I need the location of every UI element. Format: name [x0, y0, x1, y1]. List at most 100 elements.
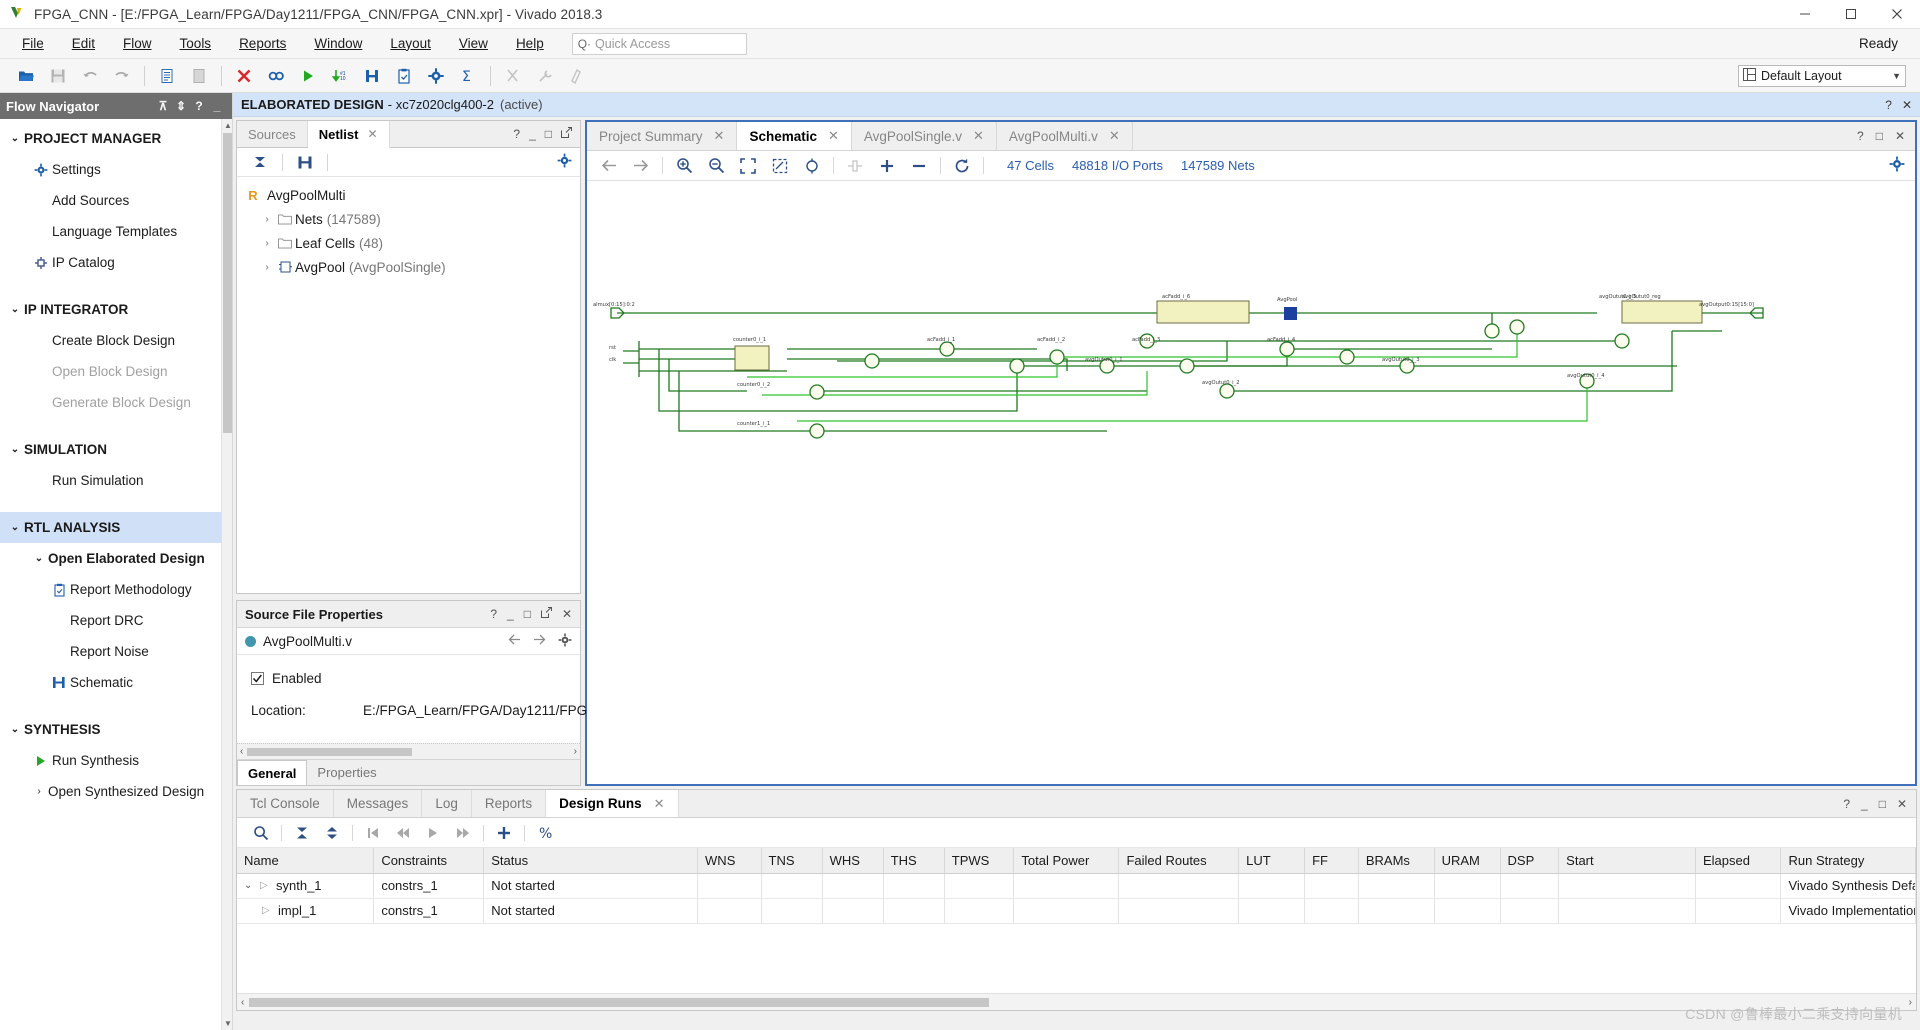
schematic-settings-button[interactable]: [1889, 156, 1915, 175]
search-icon[interactable]: [246, 820, 276, 846]
menu-view[interactable]: View: [445, 29, 502, 59]
enabled-checkbox[interactable]: [251, 671, 264, 685]
close-icon[interactable]: ✕: [367, 127, 377, 141]
sidebar-item-report-noise[interactable]: Report Noise: [0, 636, 221, 667]
sidebar-item-open-elaborated-design[interactable]: ⌄ Open Elaborated Design: [0, 543, 221, 574]
sidebar-item-run-simulation[interactable]: Run Simulation: [0, 465, 221, 496]
tree-row-avgpool[interactable]: › AvgPool (AvgPoolSingle): [245, 255, 580, 279]
col-constraints[interactable]: Constraints: [373, 848, 485, 874]
close-icon[interactable]: ✕: [973, 128, 984, 144]
sfp-file-row[interactable]: AvgPoolMulti.v: [237, 628, 580, 655]
col-failed-routes[interactable]: Failed Routes: [1118, 848, 1240, 874]
stat-cells[interactable]: 47 Cells: [1007, 158, 1054, 173]
col-ths[interactable]: THS: [883, 848, 945, 874]
zoom-in-icon[interactable]: [668, 153, 700, 179]
open-folder-icon[interactable]: [10, 61, 42, 91]
back-icon[interactable]: [508, 634, 521, 648]
menu-help[interactable]: Help: [502, 29, 558, 59]
sidebar-item-open-synthesized-design[interactable]: › Open Synthesized Design: [0, 776, 221, 807]
sidebar-section-simulation[interactable]: ⌄ SIMULATION: [0, 434, 221, 465]
sidebar-item-settings[interactable]: Settings: [0, 154, 221, 185]
forward-icon[interactable]: [533, 634, 546, 648]
tab-netlist[interactable]: Netlist ✕: [307, 121, 390, 148]
float-icon[interactable]: [540, 606, 552, 621]
menu-layout[interactable]: Layout: [376, 29, 445, 59]
schematic-icon[interactable]: [356, 61, 388, 91]
run-icon[interactable]: [292, 61, 324, 91]
maximize-icon[interactable]: □: [1879, 797, 1886, 811]
table-row[interactable]: ⌄ ▷ synth_1 constrs_1 Not started Vivado…: [237, 873, 1916, 899]
help-icon[interactable]: ?: [1857, 129, 1864, 143]
remove-cell-icon[interactable]: [903, 153, 935, 179]
sidebar-section-rtl-analysis[interactable]: ⌄ RTL ANALYSIS: [0, 512, 221, 543]
regenerate-icon[interactable]: [946, 153, 978, 179]
maximize-icon[interactable]: □: [545, 127, 552, 141]
scroll-up-icon[interactable]: ▲: [224, 121, 232, 130]
sidebar-item-language-templates[interactable]: Language Templates: [0, 216, 221, 247]
close-icon[interactable]: ✕: [828, 128, 839, 144]
menu-edit[interactable]: Edit: [58, 29, 109, 59]
sidebar-section-synthesis[interactable]: ⌄ SYNTHESIS: [0, 714, 221, 745]
float-icon[interactable]: [561, 126, 572, 141]
tab-design-runs[interactable]: Design Runs ✕: [546, 790, 679, 817]
sidebar-item-report-methodology[interactable]: Report Methodology: [0, 574, 221, 605]
col-lut[interactable]: LUT: [1238, 848, 1306, 874]
scrollbar-thumb[interactable]: [249, 997, 990, 1007]
col-brams[interactable]: BRAMs: [1358, 848, 1435, 874]
close-icon[interactable]: ✕: [1902, 98, 1912, 112]
design-runs-horizontal-scrollbar[interactable]: ‹ ›: [237, 993, 1916, 1010]
tree-row-nets[interactable]: › Nets (147589): [245, 207, 580, 231]
tab-avgpoolmulti-v[interactable]: AvgPoolMulti.v ✕: [996, 122, 1133, 150]
help-icon[interactable]: ?: [190, 99, 208, 113]
col-uram[interactable]: URAM: [1434, 848, 1501, 874]
tree-row-leaf-cells[interactable]: › Leaf Cells (48): [245, 231, 580, 255]
tab-sources[interactable]: Sources: [237, 121, 308, 147]
sidebar-item-add-sources[interactable]: Add Sources: [0, 185, 221, 216]
col-tns[interactable]: TNS: [761, 848, 823, 874]
col-status[interactable]: Status: [483, 848, 699, 874]
minimize-icon[interactable]: _: [208, 99, 226, 113]
col-wns[interactable]: WNS: [697, 848, 762, 874]
sfp-horizontal-scrollbar[interactable]: ‹ ›: [237, 743, 580, 759]
minimize-icon[interactable]: _: [507, 607, 514, 621]
zoom-fit-icon[interactable]: [732, 153, 764, 179]
tab-reports[interactable]: Reports: [471, 790, 547, 817]
help-icon[interactable]: ?: [1885, 98, 1892, 112]
help-icon[interactable]: ?: [1843, 797, 1850, 811]
sidebar-section-ip-integrator[interactable]: ⌄ IP INTEGRATOR: [0, 294, 221, 325]
save-icon[interactable]: [42, 61, 74, 91]
help-icon[interactable]: ?: [490, 607, 497, 621]
chevron-down-icon[interactable]: ⌄: [244, 880, 260, 891]
schematic-icon[interactable]: [290, 149, 320, 175]
paste-icon[interactable]: [183, 61, 215, 91]
minimize-icon[interactable]: _: [529, 127, 536, 141]
collapse-all-icon[interactable]: [287, 820, 317, 846]
tab-project-summary[interactable]: Project Summary ✕: [587, 122, 738, 150]
stat-nets[interactable]: 147589 Nets: [1181, 158, 1255, 173]
hdl-download-icon[interactable]: #1 10: [324, 61, 356, 91]
close-icon[interactable]: ✕: [1897, 797, 1907, 811]
col-ff[interactable]: FF: [1304, 848, 1359, 874]
close-icon[interactable]: ✕: [654, 796, 665, 812]
percent-icon[interactable]: %: [530, 820, 560, 846]
tree-row-root[interactable]: R AvgPoolMulti: [245, 183, 580, 207]
help-icon[interactable]: ?: [513, 127, 520, 141]
tab-messages[interactable]: Messages: [333, 790, 423, 817]
stat-io-ports[interactable]: 48818 I/O Ports: [1072, 158, 1163, 173]
sum-icon[interactable]: Σ: [452, 61, 484, 91]
sidebar-item-schematic[interactable]: Schematic: [0, 667, 221, 698]
close-icon[interactable]: ✕: [714, 128, 725, 144]
center-icon[interactable]: [796, 153, 828, 179]
redo-icon[interactable]: [106, 61, 138, 91]
chevron-right-icon[interactable]: ›: [259, 262, 275, 273]
search-replace-icon[interactable]: [260, 61, 292, 91]
settings-icon[interactable]: [420, 61, 452, 91]
tab-tcl-console[interactable]: Tcl Console: [237, 790, 334, 817]
minimize-button[interactable]: [1782, 0, 1828, 29]
close-icon[interactable]: ✕: [1109, 128, 1120, 144]
gear-icon[interactable]: [558, 633, 572, 650]
col-start[interactable]: Start: [1558, 848, 1696, 874]
sidebar-item-ip-catalog[interactable]: IP Catalog: [0, 247, 221, 278]
collapse-all-icon[interactable]: ⊼: [154, 99, 172, 113]
col-elapsed[interactable]: Elapsed: [1695, 848, 1782, 874]
